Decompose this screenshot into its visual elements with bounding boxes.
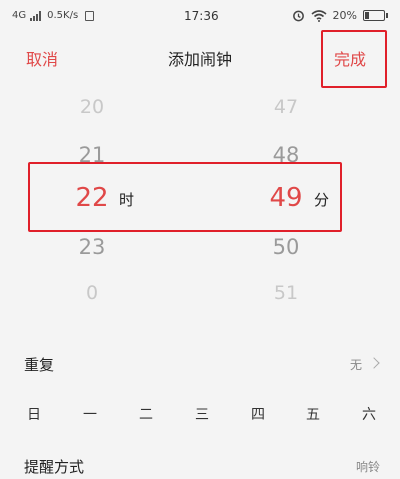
weekday-tue[interactable]: 二 (131, 404, 161, 424)
hour-option[interactable]: 23 (57, 235, 127, 259)
repeat-value: 无 (349, 358, 362, 372)
weekday-wed[interactable]: 三 (187, 404, 217, 424)
sim-icon (85, 10, 95, 21)
alarm-clock-icon (292, 10, 304, 22)
status-time: 17:36 (184, 9, 219, 23)
minute-option[interactable]: 51 (251, 282, 321, 304)
repeat-row[interactable]: 重复 无 (0, 346, 400, 382)
network-speed: 0.5K/s (47, 10, 79, 21)
weekday-mon[interactable]: 一 (75, 404, 105, 424)
battery-fill (365, 12, 369, 19)
repeat-label: 重复 (24, 356, 55, 374)
network-type: 4G (12, 10, 27, 21)
hour-option[interactable]: 20 (57, 96, 127, 118)
selection-highlight-box (28, 162, 342, 232)
status-right: 20% (292, 9, 388, 22)
weekday-sun[interactable]: 日 (19, 404, 49, 424)
alert-method-label: 提醒方式 (24, 458, 85, 476)
done-button[interactable]: 完成 (334, 46, 366, 70)
status-bar: 4G 0.5K/s 17:36 20% (0, 0, 400, 34)
weekday-sat[interactable]: 六 (354, 404, 384, 424)
weekday-selector: 日 一 二 三 四 五 六 (0, 398, 400, 428)
chevron-right-icon (368, 357, 380, 369)
hour-option[interactable]: 0 (57, 282, 127, 304)
wifi-icon (311, 9, 327, 22)
battery-percent: 20% (332, 9, 357, 22)
signal-icon (30, 10, 42, 21)
battery-icon (363, 10, 388, 21)
alert-method-row[interactable]: 提醒方式 响铃 (0, 448, 400, 479)
alert-method-value: 响铃 (355, 460, 380, 474)
status-left: 4G 0.5K/s (12, 10, 95, 21)
minute-option[interactable]: 50 (251, 235, 321, 259)
minute-option[interactable]: 47 (251, 96, 321, 118)
weekday-fri[interactable]: 五 (298, 404, 328, 424)
weekday-thu[interactable]: 四 (243, 404, 273, 424)
